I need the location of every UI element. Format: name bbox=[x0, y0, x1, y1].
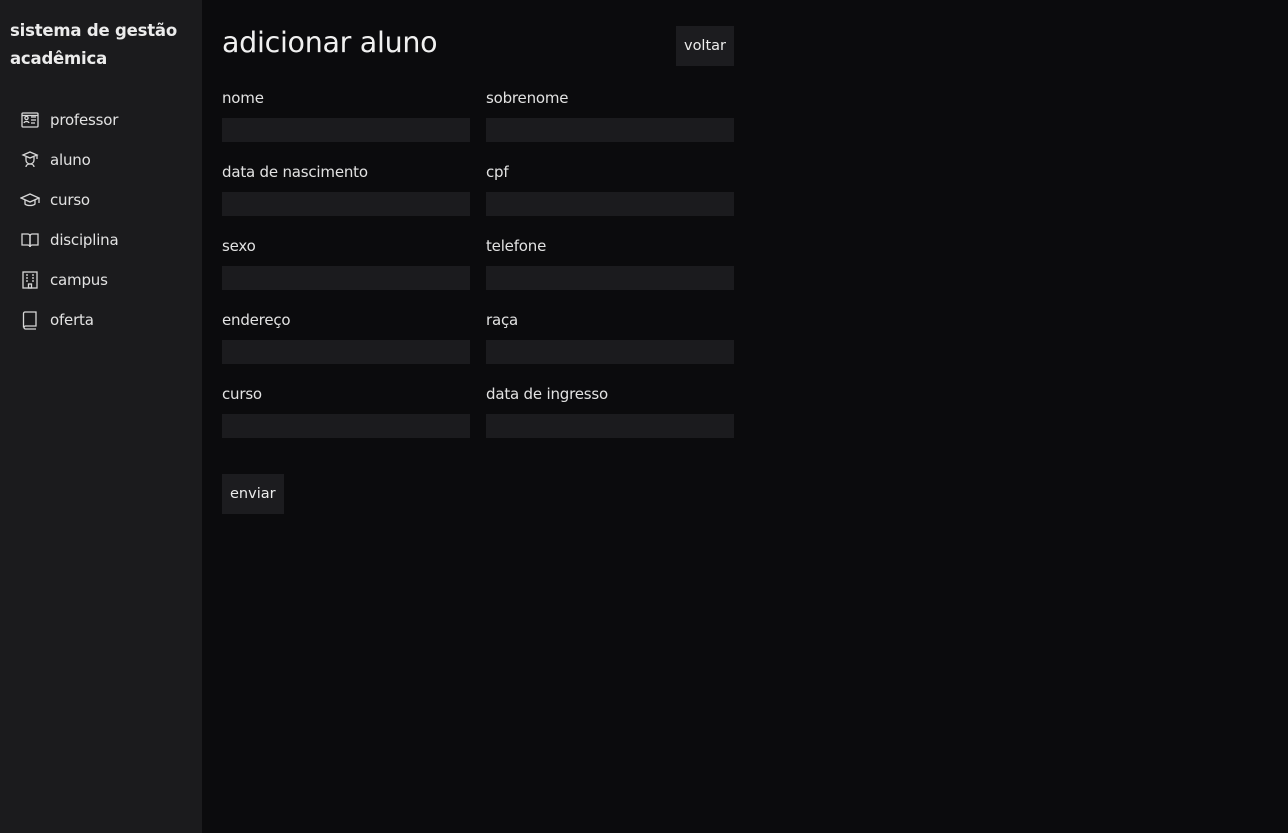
field-curso: curso bbox=[222, 384, 470, 438]
field-nome: nome bbox=[222, 88, 470, 142]
field-label: nome bbox=[222, 89, 264, 107]
data-nascimento-input[interactable] bbox=[222, 192, 470, 216]
page-title: adicionar aluno bbox=[222, 26, 438, 59]
sidebar-item-oferta[interactable]: oferta bbox=[10, 300, 192, 340]
sidebar-item-professor[interactable]: professor bbox=[10, 100, 192, 140]
field-label: telefone bbox=[486, 237, 547, 255]
field-label: data de ingresso bbox=[486, 385, 608, 403]
field-raca: raça bbox=[486, 310, 734, 364]
field-sexo: sexo bbox=[222, 236, 470, 290]
field-telefone: telefone bbox=[486, 236, 734, 290]
field-label: data de nascimento bbox=[222, 163, 368, 181]
graduation-cap-icon bbox=[20, 190, 40, 210]
field-label: endereço bbox=[222, 311, 291, 329]
sidebar-item-label: campus bbox=[50, 271, 108, 289]
data-ingresso-input[interactable] bbox=[486, 414, 734, 438]
app-root: sistema de gestão acadêmica professor al… bbox=[0, 0, 1288, 833]
open-book-icon bbox=[20, 230, 40, 250]
field-endereco: endereço bbox=[222, 310, 470, 364]
field-cpf: cpf bbox=[486, 162, 734, 216]
sobrenome-input[interactable] bbox=[486, 118, 734, 142]
sidebar-item-label: curso bbox=[50, 191, 90, 209]
sidebar-item-curso[interactable]: curso bbox=[10, 180, 192, 220]
book-icon bbox=[20, 310, 40, 330]
field-label: cpf bbox=[486, 163, 509, 181]
sidebar-item-label: professor bbox=[50, 111, 119, 129]
sidebar-item-aluno[interactable]: aluno bbox=[10, 140, 192, 180]
cpf-input[interactable] bbox=[486, 192, 734, 216]
field-label: curso bbox=[222, 385, 262, 403]
raca-input[interactable] bbox=[486, 340, 734, 364]
endereco-input[interactable] bbox=[222, 340, 470, 364]
field-sobrenome: sobrenome bbox=[486, 88, 734, 142]
field-data-ingresso: data de ingresso bbox=[486, 384, 734, 438]
field-label: raça bbox=[486, 311, 518, 329]
submit-row: enviar bbox=[222, 474, 1268, 514]
sidebar-item-campus[interactable]: campus bbox=[10, 260, 192, 300]
telefone-input[interactable] bbox=[486, 266, 734, 290]
field-label: sexo bbox=[222, 237, 256, 255]
sidebar-nav: professor aluno curso disciplina campus … bbox=[10, 100, 192, 340]
sexo-input[interactable] bbox=[222, 266, 470, 290]
submit-button[interactable]: enviar bbox=[222, 474, 284, 514]
field-label: sobrenome bbox=[486, 89, 569, 107]
page-header: adicionar aluno voltar bbox=[222, 26, 734, 66]
sidebar-item-disciplina[interactable]: disciplina bbox=[10, 220, 192, 260]
id-card-icon bbox=[20, 110, 40, 130]
sidebar-item-label: disciplina bbox=[50, 231, 119, 249]
building-icon bbox=[20, 270, 40, 290]
student-form: nome sobrenome data de nascimento cpf se… bbox=[222, 88, 734, 438]
sidebar-item-label: aluno bbox=[50, 151, 91, 169]
sidebar: sistema de gestão acadêmica professor al… bbox=[0, 0, 202, 833]
student-icon bbox=[20, 150, 40, 170]
app-title: sistema de gestão acadêmica bbox=[10, 21, 177, 68]
back-button[interactable]: voltar bbox=[675, 26, 734, 66]
main-content: adicionar aluno voltar nome sobrenome da… bbox=[202, 0, 1288, 833]
sidebar-item-label: oferta bbox=[50, 311, 94, 329]
curso-input[interactable] bbox=[222, 414, 470, 438]
nome-input[interactable] bbox=[222, 118, 470, 142]
field-data-nascimento: data de nascimento bbox=[222, 162, 470, 216]
